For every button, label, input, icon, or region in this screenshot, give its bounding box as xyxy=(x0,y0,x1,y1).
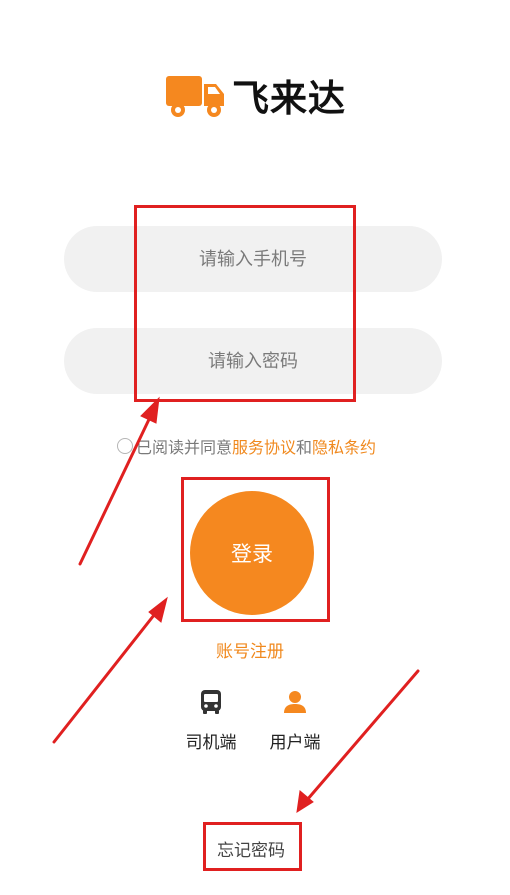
user-icon xyxy=(284,691,306,713)
phone-input[interactable] xyxy=(64,247,442,271)
arrow-to-login-head xyxy=(148,596,168,623)
password-field-container[interactable] xyxy=(64,328,442,394)
password-input[interactable] xyxy=(64,349,442,373)
phone-field-container[interactable] xyxy=(64,226,442,292)
login-button[interactable]: 登录 xyxy=(190,491,314,615)
role-driver[interactable]: 司机端 xyxy=(171,688,251,753)
agreement-row: 已阅读并同意 服务协议 和 隐私条约 xyxy=(117,434,376,458)
role-user[interactable]: 用户端 xyxy=(255,688,335,753)
arrow-to-forgot-head xyxy=(296,790,314,813)
bus-icon xyxy=(201,690,221,714)
app-logo: 飞来达 xyxy=(164,68,346,122)
register-link[interactable]: 账号注册 xyxy=(216,637,284,662)
app-name: 飞来达 xyxy=(232,77,346,120)
privacy-terms-link[interactable]: 隐私条约 xyxy=(312,434,376,458)
role-driver-label: 司机端 xyxy=(185,733,237,753)
agreement-checkbox[interactable] xyxy=(117,438,133,454)
service-terms-link[interactable]: 服务协议 xyxy=(232,434,296,458)
agreement-conjunction: 和 xyxy=(296,438,313,457)
arrow-to-login xyxy=(52,608,160,744)
forgot-password-link[interactable]: 忘记密码 xyxy=(217,836,285,861)
truck-icon xyxy=(166,76,224,117)
agreement-prefix: 已阅读并同意 xyxy=(136,438,233,457)
role-user-label: 用户端 xyxy=(269,733,321,753)
arrow-to-inputs-head xyxy=(140,396,160,424)
